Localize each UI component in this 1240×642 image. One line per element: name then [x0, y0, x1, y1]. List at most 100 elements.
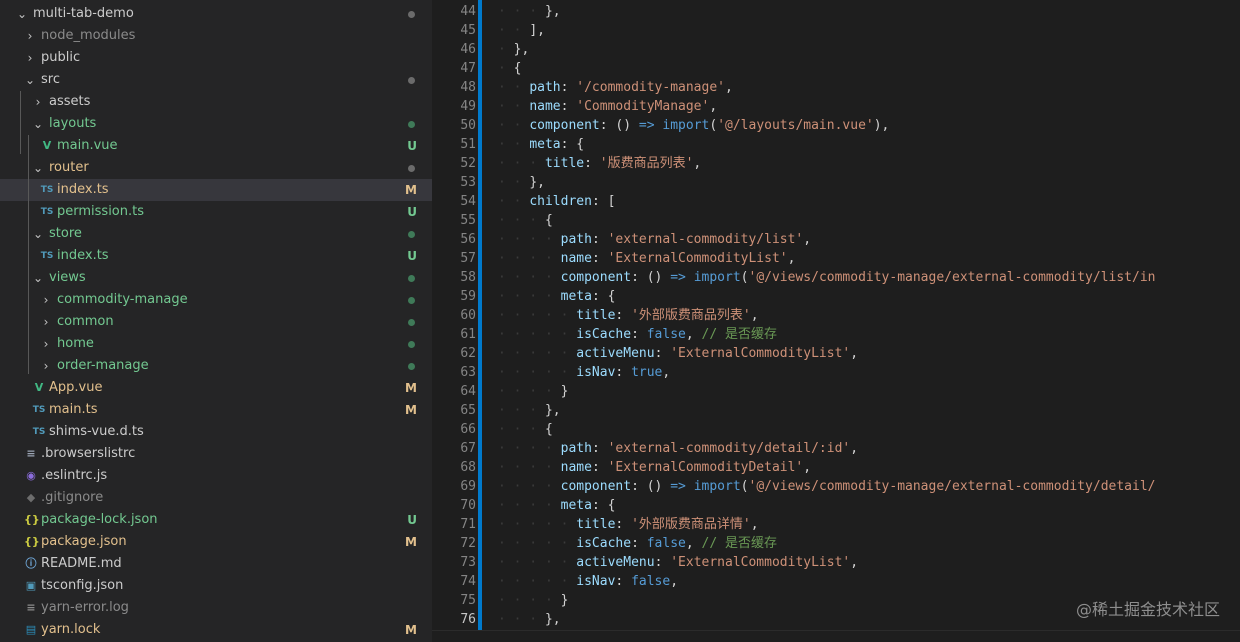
code-token: '外部版费商品列表': [631, 308, 751, 323]
code-token: (: [709, 118, 718, 133]
folder-item[interactable]: ⌄ multi-tab-demo: [0, 3, 432, 25]
chevron-down-icon[interactable]: ⌄: [16, 3, 28, 25]
code-line[interactable]: · · · · name: 'ExternalCommodityList',: [498, 249, 1155, 268]
code-line[interactable]: · · · · path: 'external-commodity/list',: [498, 230, 1155, 249]
code-line[interactable]: · · path: '/commodity-manage',: [498, 78, 1155, 97]
json-icon: {}: [24, 535, 40, 548]
folder-item[interactable]: ⌄ layouts: [0, 113, 432, 135]
file-item[interactable]: ◉ .eslintrc.js: [0, 465, 432, 487]
folder-item[interactable]: ⌄ views: [0, 267, 432, 289]
code-line[interactable]: · · · · }: [498, 382, 1155, 401]
file-item[interactable]: TS index.ts M: [0, 179, 432, 201]
code-line[interactable]: · · },: [498, 173, 1155, 192]
file-item[interactable]: Vmain.vue U: [0, 135, 432, 157]
code-line[interactable]: · · · {: [498, 420, 1155, 439]
code-token: :: [615, 308, 632, 323]
chevron-down-icon[interactable]: ⌄: [24, 69, 36, 91]
file-item[interactable]: V App.vue M: [0, 377, 432, 399]
file-item[interactable]: TS main.ts M: [0, 399, 432, 421]
code-line[interactable]: · · · · component: () => import('@/views…: [498, 268, 1155, 287]
code-token: =>: [638, 118, 655, 133]
code-line[interactable]: · · · · name: 'ExternalCommodityDetail',: [498, 458, 1155, 477]
code-token: :: [560, 99, 577, 114]
chevron-right-icon[interactable]: ›: [40, 333, 52, 355]
code-editor[interactable]: 44 45 46 47 48 49 50 51 52 53 54 55 56 57 58 59 60 61 62 63…: [432, 0, 1240, 642]
code-line[interactable]: · · ],: [498, 21, 1155, 40]
file-item[interactable]: TS permission.ts U: [0, 201, 432, 223]
file-item[interactable]: {} package-lock.json U: [0, 509, 432, 531]
code-line[interactable]: · · · title: '版费商品列表',: [498, 154, 1155, 173]
code-line[interactable]: · · · · }: [498, 591, 1155, 610]
chevron-right-icon[interactable]: ›: [40, 289, 52, 311]
line-number: 52: [460, 156, 476, 171]
file-item[interactable]: TS shims-vue.d.ts: [0, 421, 432, 443]
code-line[interactable]: · · children: [: [498, 192, 1155, 211]
code-line[interactable]: · · · {: [498, 211, 1155, 230]
code-line[interactable]: · · · · component: () => import('@/views…: [498, 477, 1155, 496]
file-item[interactable]: ≡ yarn-error.log: [0, 597, 432, 619]
folder-item[interactable]: ⌄ router: [0, 157, 432, 179]
git-status-dot: [408, 121, 415, 128]
code-line[interactable]: · · meta: {: [498, 135, 1155, 154]
chevron-down-icon[interactable]: ⌄: [32, 157, 44, 179]
code-token: }: [560, 593, 569, 608]
chevron-right-icon[interactable]: ›: [32, 91, 44, 113]
code-line[interactable]: · · component: () => import('@/layouts/m…: [498, 116, 1155, 135]
file-item[interactable]: ≡ .browserslistrc: [0, 443, 432, 465]
folder-item[interactable]: ⌄ src: [0, 69, 432, 91]
horizontal-scrollbar[interactable]: [432, 630, 1240, 642]
code-line[interactable]: · {: [498, 59, 1155, 78]
indent-whitespace: · · · ·: [498, 270, 561, 285]
indent-whitespace: ·: [498, 61, 514, 76]
code-line[interactable]: · · · },: [498, 2, 1155, 21]
code-line[interactable]: · · · · meta: {: [498, 287, 1155, 306]
code-line[interactable]: · },: [498, 40, 1155, 59]
folder-item[interactable]: › node_modules: [0, 25, 432, 47]
folder-item[interactable]: › order-manage: [0, 355, 432, 377]
line-number: 56: [460, 232, 476, 247]
file-item[interactable]: ⓘ README.md: [0, 553, 432, 575]
code-token: ,: [750, 517, 759, 532]
chevron-right-icon[interactable]: ›: [40, 355, 52, 377]
indent-whitespace: · · · · ·: [498, 346, 577, 361]
chevron-right-icon[interactable]: ›: [24, 47, 36, 69]
code-token: 'ExternalCommodityList': [670, 346, 851, 361]
code-line[interactable]: · · · · path: 'external-commodity/detail…: [498, 439, 1155, 458]
file-name: tsconfig.json: [41, 578, 124, 593]
code-line[interactable]: · · · · · title: '外部版费商品列表',: [498, 306, 1155, 325]
file-item[interactable]: TS index.ts U: [0, 245, 432, 267]
code-line[interactable]: · · · · · activeMenu: 'ExternalCommodity…: [498, 553, 1155, 572]
watermark: @稀土掘金技术社区: [1075, 600, 1220, 619]
code-line[interactable]: · · · · · isNav: true,: [498, 363, 1155, 382]
vue-icon: V: [34, 381, 44, 394]
chevron-down-icon[interactable]: ⌄: [32, 267, 44, 289]
code-line[interactable]: · · · · · isCache: false, // 是否缓存: [498, 534, 1155, 553]
chevron-right-icon[interactable]: ›: [24, 25, 36, 47]
file-item[interactable]: ◆ .gitignore: [0, 487, 432, 509]
code-line[interactable]: · · name: 'CommodityManage',: [498, 97, 1155, 116]
folder-item[interactable]: › public: [0, 47, 432, 69]
code-line[interactable]: · · · · · title: '外部版费商品详情',: [498, 515, 1155, 534]
code-line[interactable]: · · · · · isCache: false, // 是否缓存: [498, 325, 1155, 344]
code-line[interactable]: · · · · · activeMenu: 'ExternalCommodity…: [498, 344, 1155, 363]
folder-item[interactable]: › home: [0, 333, 432, 355]
chevron-down-icon[interactable]: ⌄: [32, 223, 44, 245]
chevron-down-icon[interactable]: ⌄: [32, 113, 44, 135]
code-line[interactable]: · · · },: [498, 401, 1155, 420]
code-line[interactable]: · · · · · isNav: false,: [498, 572, 1155, 591]
file-name: commodity-manage: [57, 292, 188, 307]
file-item[interactable]: ▣ tsconfig.json: [0, 575, 432, 597]
folder-item[interactable]: ⌄ store: [0, 223, 432, 245]
file-item[interactable]: ▤ yarn.lock M: [0, 619, 432, 641]
chevron-right-icon[interactable]: ›: [40, 311, 52, 333]
line-number: 69: [460, 479, 476, 494]
folder-item[interactable]: › assets: [0, 91, 432, 113]
code-token: ,: [850, 555, 859, 570]
folder-item[interactable]: › commodity-manage: [0, 289, 432, 311]
code-line[interactable]: · · · },: [498, 610, 1155, 629]
code-line[interactable]: · · · · meta: {: [498, 496, 1155, 515]
git-status-dot: [408, 165, 415, 172]
code-token: '@/layouts/main.vue': [717, 118, 874, 133]
folder-item[interactable]: › common: [0, 311, 432, 333]
file-item[interactable]: {} package.json M: [0, 531, 432, 553]
